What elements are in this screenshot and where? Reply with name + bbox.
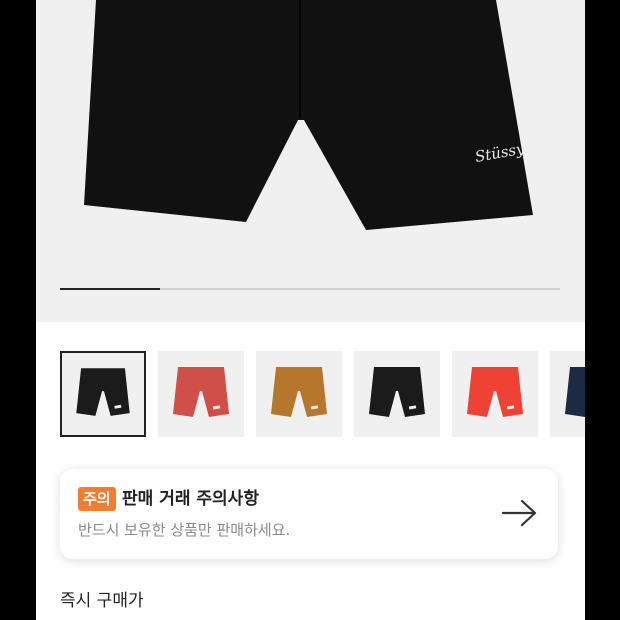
thumbnail-6[interactable] <box>550 351 585 437</box>
gallery-progress <box>60 288 560 290</box>
thumbnail-3[interactable] <box>256 351 342 437</box>
caution-badge: 주의 <box>78 487 116 511</box>
thumbnail-5[interactable] <box>452 351 538 437</box>
instant-buy-price-label: 즉시 구매가 <box>60 591 144 611</box>
sell-notice-card[interactable]: 주의 판매 거래 주의사항 반드시 보유한 상품만 판매하세요. <box>60 469 558 559</box>
product-screen: Stüssy 주의 판매 거래 주의사항 반드시 보유한 상품만 판매하세요. … <box>36 0 585 620</box>
shorts-thumbnail-image <box>369 367 425 417</box>
thumbnail-4[interactable] <box>354 351 440 437</box>
shorts-thumbnail-image <box>271 367 327 417</box>
shorts-thumbnail-image <box>76 368 130 416</box>
thumbnail-2[interactable] <box>158 351 244 437</box>
shorts-thumbnail-image <box>467 367 523 417</box>
product-image[interactable]: Stüssy <box>36 0 585 322</box>
thumbnail-strip[interactable] <box>60 351 585 439</box>
notice-title: 판매 거래 주의사항 <box>122 489 259 509</box>
shorts-image: Stüssy <box>84 0 533 230</box>
shorts-thumbnail-image <box>173 367 229 417</box>
shorts-thumbnail-image <box>565 367 585 417</box>
notice-subtitle: 반드시 보유한 상품만 판매하세요. <box>78 521 291 539</box>
arrow-right-icon[interactable] <box>500 497 540 529</box>
thumbnail-1[interactable] <box>60 351 146 437</box>
gallery-progress-fill <box>60 288 160 290</box>
